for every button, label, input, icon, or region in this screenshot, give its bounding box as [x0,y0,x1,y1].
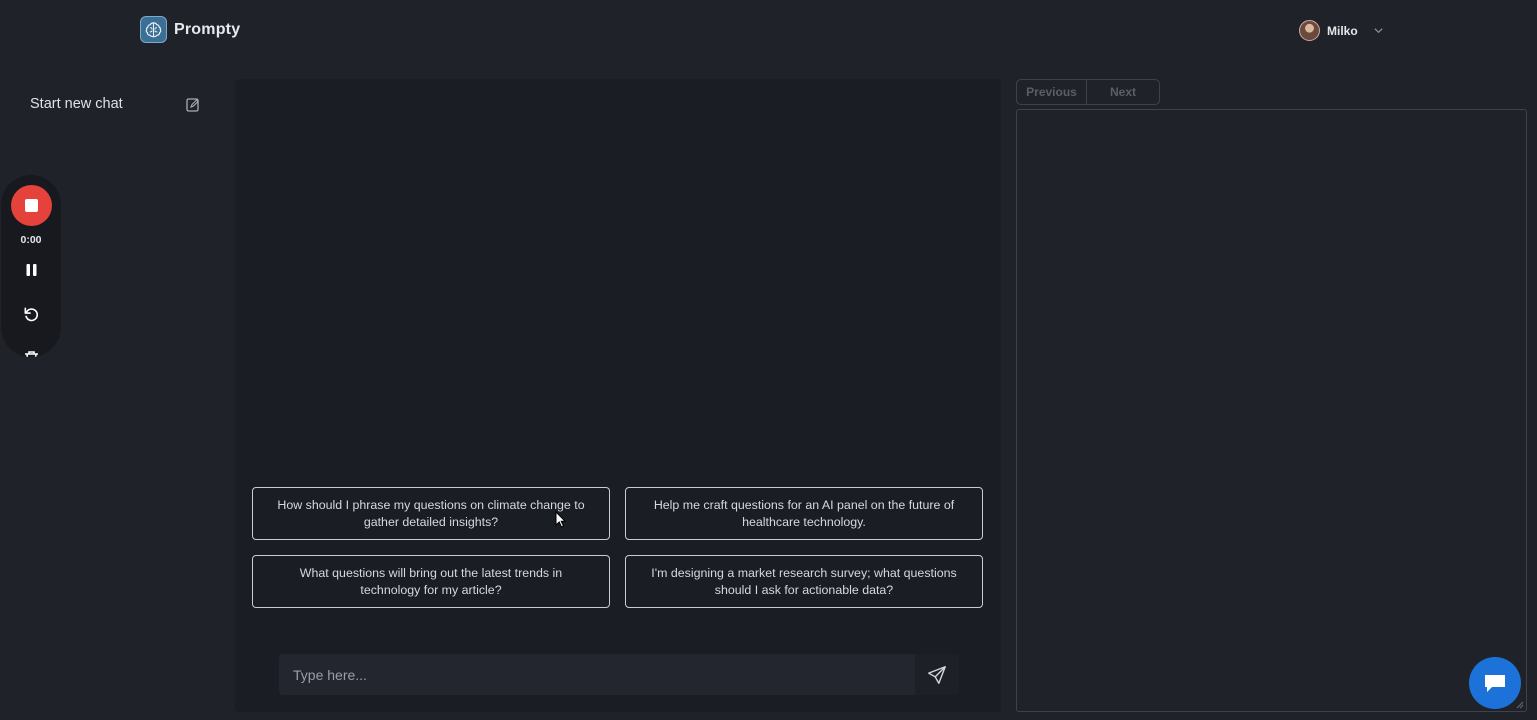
send-icon [928,665,946,684]
top-header: Prompty Milko [0,0,1537,62]
previous-button[interactable]: Previous [1016,79,1087,105]
trash-icon[interactable] [24,350,39,357]
brand-name: Prompty [174,20,241,38]
suggestion-card[interactable]: What questions will bring out the latest… [252,555,610,608]
start-new-chat-button[interactable]: Start new chat [30,96,123,112]
pause-icon[interactable] [25,263,38,277]
brand[interactable]: Prompty [140,16,240,43]
message-composer [279,654,959,695]
new-chat-icon[interactable] [185,97,201,113]
user-menu[interactable]: Milko [1299,20,1384,41]
stop-icon [25,199,38,212]
send-button[interactable] [915,654,959,695]
restart-icon[interactable] [22,305,41,324]
mouse-cursor-icon [555,511,567,528]
chat-panel: How should I phrase my questions on clim… [235,79,1001,712]
preview-pager: Previous Next [1016,79,1160,105]
next-button[interactable]: Next [1087,79,1160,105]
stop-recording-button[interactable] [11,185,52,226]
message-input[interactable] [279,654,915,695]
screen-recorder-widget: 0:00 [1,175,61,357]
brain-logo-icon [140,16,167,43]
suggestion-card[interactable]: I'm designing a market research survey; … [625,555,983,608]
chat-bubble-icon [1485,675,1505,692]
recording-timer: 0:00 [20,234,42,246]
preview-area[interactable] [1016,109,1527,712]
resize-grip-icon[interactable] [1515,700,1524,709]
avatar [1299,20,1320,41]
user-name: Milko [1327,23,1358,38]
chevron-down-icon [1374,28,1383,34]
suggestion-card[interactable]: Help me craft questions for an AI panel … [625,487,983,540]
support-chat-button[interactable] [1469,657,1521,709]
